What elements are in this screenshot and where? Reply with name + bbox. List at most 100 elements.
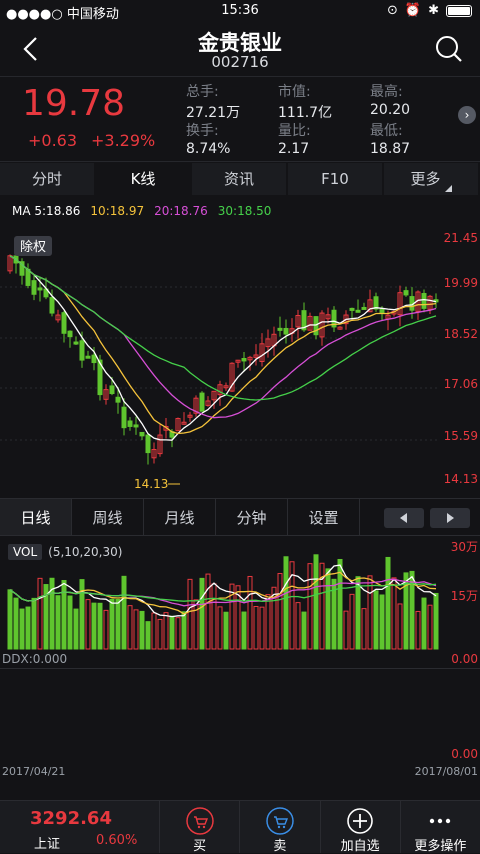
- more-actions-button[interactable]: 更多操作: [401, 801, 480, 854]
- price-change-pct: +3.29%: [91, 131, 156, 150]
- status-bar: ●●●●○ 中国移动 15:36 ⊙ ⏰ ✱: [0, 0, 480, 22]
- index-value: 3292.64: [30, 808, 112, 829]
- volume-bar: [241, 611, 247, 650]
- period-settings[interactable]: 设置: [288, 499, 360, 535]
- kline-chart[interactable]: 除权 14.13 21.45 19.99 18.52 17.06 15.59 1…: [0, 225, 480, 495]
- volume-bar: [103, 609, 109, 650]
- stock-code: 002716: [211, 53, 269, 71]
- battery-icon: [446, 4, 472, 17]
- ddx-label: DDX:0.000: [2, 652, 68, 666]
- stat-market-cap: 市值: 111.7亿: [278, 84, 333, 121]
- volume-bar: [115, 599, 121, 650]
- index-name: 上证: [34, 837, 61, 852]
- sell-button[interactable]: 卖: [240, 801, 321, 854]
- tab-kline[interactable]: K线: [96, 163, 192, 195]
- tab-news[interactable]: 资讯: [192, 163, 288, 195]
- price-change: +0.63: [28, 131, 78, 150]
- volume-bar: [127, 605, 133, 650]
- tab-f10[interactable]: F10: [288, 163, 384, 195]
- volume-bar: [91, 602, 97, 650]
- volume-bar: [169, 615, 175, 650]
- index-pct: 0.60%: [96, 833, 138, 848]
- plus-circle-icon: [347, 808, 373, 834]
- cart-icon: [266, 807, 294, 835]
- candle-body: [133, 424, 139, 428]
- volume-bar: [109, 598, 115, 650]
- volume-bar: [259, 606, 265, 650]
- ddx-axis-bottom: 0.00: [451, 747, 478, 761]
- candle-body: [379, 308, 385, 314]
- bluetooth-icon: ✱: [428, 3, 439, 18]
- next-button[interactable]: [430, 508, 470, 528]
- volume-bar: [355, 576, 361, 650]
- add-watchlist-label: 加自选: [340, 839, 380, 854]
- volume-bar: [361, 608, 367, 650]
- period-minute[interactable]: 分钟: [216, 499, 288, 535]
- chevron-right-icon[interactable]: ›: [458, 106, 476, 124]
- volume-bar: [343, 610, 349, 650]
- candle-body: [61, 312, 67, 334]
- period-monthly[interactable]: 月线: [144, 499, 216, 535]
- tab-more[interactable]: 更多: [384, 163, 480, 195]
- volume-bar: [193, 599, 199, 650]
- volume-label: VOL (5,10,20,30): [8, 544, 122, 560]
- current-price: 19.78: [22, 83, 126, 124]
- tab-timeshare[interactable]: 分时: [0, 163, 96, 195]
- volume-bar: [397, 603, 403, 650]
- volume-bar: [325, 568, 331, 650]
- candle-body: [145, 434, 151, 454]
- buy-button[interactable]: 买: [160, 801, 241, 854]
- period-daily[interactable]: 日线: [0, 499, 72, 535]
- volume-bar: [55, 595, 61, 650]
- adjust-badge-label: 除权: [20, 239, 46, 255]
- volume-bar: [163, 612, 169, 650]
- ma-legend: MA 5:18.86 10:18.97 20:18.76 30:18.50: [12, 204, 271, 218]
- buy-label: 买: [193, 839, 207, 854]
- pager: [384, 508, 470, 528]
- volume-bar: [217, 606, 223, 650]
- search-icon[interactable]: [434, 34, 464, 64]
- volume-bar: [391, 577, 397, 650]
- candle-body: [121, 406, 127, 429]
- volume-bar: [97, 602, 103, 650]
- candle-body: [277, 327, 283, 331]
- quote-panel: 19.78 +0.63 +3.29% 总手: 27.21万 市值: 111.7亿…: [0, 76, 480, 162]
- period-weekly[interactable]: 周线: [72, 499, 144, 535]
- ddx-axis-top: 0.00: [451, 652, 478, 666]
- vol-axis-top: 30万: [450, 540, 478, 554]
- volume-bar: [199, 577, 205, 650]
- volume-bar: [139, 610, 145, 650]
- volume-bar: [385, 556, 391, 650]
- volume-bar: [211, 583, 217, 650]
- add-watchlist-button[interactable]: 加自选: [321, 801, 401, 854]
- volume-bar: [307, 563, 313, 650]
- bottom-bar: 3292.64 上证 0.60% 买 卖 加自选 更多操作: [0, 800, 480, 854]
- volume-bar: [181, 611, 187, 650]
- candle-body: [91, 354, 97, 364]
- sell-label: 卖: [273, 839, 287, 854]
- volume-bar: [265, 594, 271, 650]
- volume-bar: [31, 597, 37, 650]
- volume-bar: [295, 602, 301, 650]
- candle-body: [85, 355, 91, 359]
- vol-axis-mid: 15万: [450, 589, 478, 603]
- candle-body: [313, 316, 319, 336]
- candle-body: [403, 290, 409, 296]
- volume-bar: [151, 612, 157, 650]
- cart-icon: [185, 807, 214, 835]
- volume-bar: [19, 608, 25, 650]
- volume-bar: [37, 577, 43, 650]
- candle-body: [37, 287, 43, 291]
- ma5-line: [9, 255, 437, 441]
- volume-bar: [247, 575, 253, 650]
- stat-volume-ratio: 量比: 2.17: [278, 123, 311, 157]
- low-marker: 14.13: [134, 477, 168, 491]
- index-ticker[interactable]: 3292.64 上证 0.60%: [0, 801, 160, 853]
- period-selector: 日线 周线 月线 分钟 设置: [0, 498, 480, 536]
- ma20-label: 20:18.76: [154, 204, 208, 218]
- volume-bar: [73, 608, 79, 650]
- vol-params: (5,10,20,30): [48, 545, 123, 559]
- volume-bar: [205, 573, 211, 650]
- stat-high: 最高: 20.20: [370, 84, 411, 118]
- prev-button[interactable]: [384, 508, 424, 528]
